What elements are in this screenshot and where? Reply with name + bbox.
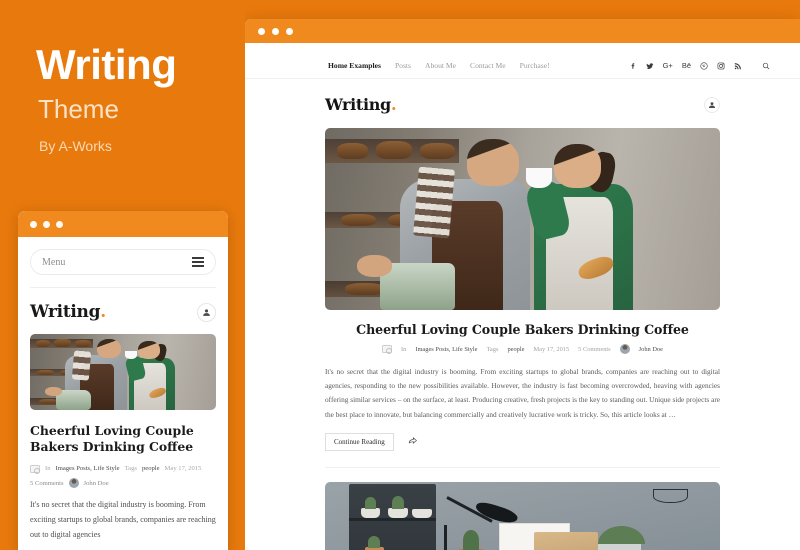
continue-reading-button[interactable]: Continue Reading (325, 432, 394, 451)
window-dot-close-icon[interactable] (258, 27, 265, 35)
desktop-window-chrome (245, 19, 800, 43)
bakery-photo (30, 334, 216, 410)
mobile-meta-categories[interactable]: Images Posts, Life Style (56, 464, 120, 475)
meta-tags-label: Tags (486, 345, 499, 353)
post-excerpt: It's no secret that the digital industry… (325, 367, 720, 419)
mobile-meta-tags-label: Tags (124, 464, 137, 472)
camera-icon (30, 465, 40, 475)
meta-categories[interactable]: Images Posts, Life Style (415, 346, 477, 353)
mobile-menu-bar[interactable]: Menu (30, 249, 216, 275)
mobile-window-chrome (18, 211, 228, 237)
share-arrow-icon[interactable] (408, 436, 418, 448)
user-icon (709, 101, 715, 108)
window-dot-minimize-icon[interactable] (272, 27, 279, 35)
nav-item-contact-me[interactable]: Contact Me (470, 61, 506, 70)
post-title[interactable]: Cheerful Loving Couple Bakers Drinking C… (325, 322, 720, 337)
nav-item-purchase[interactable]: Purchase! (520, 61, 550, 70)
google-plus-icon[interactable]: G+ (663, 62, 673, 70)
nav-menu: Home Examples Posts About Me Contact Me … (328, 61, 550, 70)
author-avatar (68, 478, 79, 489)
window-dot-minimize-icon[interactable] (43, 220, 50, 228)
behance-icon[interactable]: Bē (682, 62, 691, 70)
mobile-meta-comments[interactable]: 5 Comments (30, 480, 64, 487)
twitter-icon[interactable] (645, 62, 654, 70)
mobile-viewport: Menu Writing. Cheerful Loving Couple Bak… (18, 249, 228, 550)
search-icon[interactable] (762, 62, 770, 70)
meta-tags[interactable]: people (507, 346, 524, 353)
post-meta: In Images Posts, Life Style Tags people … (325, 344, 720, 354)
mobile-meta-date: May 17, 2015 (164, 464, 202, 472)
user-icon (203, 308, 210, 316)
meta-date: May 17, 2015 (533, 345, 570, 353)
workspace-photo (325, 481, 720, 550)
promo-title: Writing (36, 41, 177, 88)
window-dot-maximize-icon[interactable] (286, 27, 293, 35)
pinterest-icon[interactable] (700, 61, 708, 70)
meta-author[interactable]: John Doe (639, 346, 663, 353)
window-dot-close-icon[interactable] (30, 220, 37, 228)
rss-icon[interactable] (734, 62, 742, 70)
post2-featured-image[interactable] (325, 481, 720, 550)
mobile-post-image[interactable] (30, 334, 216, 410)
mobile-meta-tags[interactable]: people (142, 464, 160, 475)
mobile-post-meta-secondary: 5 Comments John Doe (30, 478, 216, 489)
promo-byline: By A-Works (39, 138, 112, 154)
promo-panel: Writing Theme By A-Works Menu Writing. C… (0, 0, 245, 550)
meta-comments[interactable]: 5 Comments (578, 346, 611, 353)
mobile-site-logo[interactable]: Writing. (30, 302, 106, 322)
mobile-brand-text: Writing (30, 302, 101, 322)
mobile-mockup-window: Menu Writing. Cheerful Loving Couple Bak… (18, 211, 228, 550)
mobile-post-title[interactable]: Cheerful Loving Couple Bakers Drinking C… (30, 423, 216, 456)
mobile-post-meta: In Images Posts, Life Style Tags people … (30, 464, 216, 475)
post-featured-image[interactable] (325, 128, 720, 310)
mobile-meta-author[interactable]: John Doe (84, 480, 109, 487)
post-actions: Continue Reading (325, 432, 720, 451)
mobile-divider (30, 287, 216, 288)
nav-item-posts[interactable]: Posts (395, 61, 411, 70)
mobile-brand-row: Writing. (30, 302, 216, 322)
top-navigation-bar: Home Examples Posts About Me Contact Me … (245, 53, 800, 79)
mobile-post-excerpt: It's no secret that the digital industry… (30, 500, 216, 539)
meta-in-label: In (401, 345, 407, 353)
brand-dot: . (390, 95, 397, 114)
brand-text: Writing (325, 95, 391, 114)
bakery-photo (325, 128, 720, 310)
window-dot-maximize-icon[interactable] (56, 220, 63, 228)
mobile-meta-in-label: In (45, 464, 51, 472)
mobile-brand-dot: . (100, 302, 106, 322)
instagram-icon[interactable] (717, 62, 725, 70)
site-logo[interactable]: Writing. (325, 95, 397, 114)
nav-item-about-me[interactable]: About Me (425, 61, 456, 70)
article-list: Cheerful Loving Couple Bakers Drinking C… (245, 128, 800, 550)
desktop-mockup-window: Home Examples Posts About Me Contact Me … (245, 19, 800, 550)
camera-icon (382, 345, 392, 354)
mobile-menu-label: Menu (42, 256, 66, 268)
promo-subtitle: Theme (38, 94, 119, 124)
article-separator (325, 466, 720, 468)
desktop-brand-row: Writing. (245, 79, 800, 114)
mobile-account-button[interactable] (197, 302, 216, 322)
facebook-icon[interactable] (629, 62, 637, 70)
social-links: G+ Bē (629, 62, 770, 70)
author-avatar (619, 344, 630, 354)
account-button[interactable] (704, 96, 720, 113)
nav-item-home-examples[interactable]: Home Examples (328, 61, 381, 70)
hamburger-icon[interactable] (192, 257, 204, 267)
